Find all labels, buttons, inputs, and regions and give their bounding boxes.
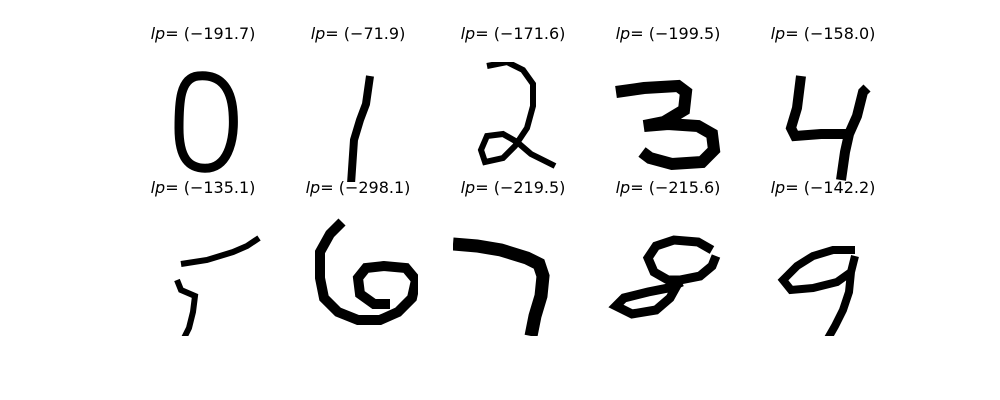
digit-0-image — [174, 71, 238, 173]
lp-value: = (−298.1) — [320, 178, 411, 197]
lp-label: lp — [150, 178, 166, 197]
lp-label: lp — [770, 24, 786, 43]
panel-title: lp= (−219.5) — [453, 178, 573, 197]
lp-value: = (−199.5) — [630, 24, 721, 43]
lp-value: = (−135.1) — [165, 178, 256, 197]
lp-value: = (−171.6) — [475, 24, 566, 43]
lp-value: = (−71.9) — [325, 24, 406, 43]
lp-value: = (−158.0) — [785, 24, 876, 43]
panel-title: lp= (−171.6) — [453, 24, 573, 43]
digit-8-image — [608, 235, 721, 319]
panel-title: lp= (−142.2) — [763, 178, 883, 197]
digit-7-image — [453, 237, 550, 336]
digit-3-image — [615, 79, 721, 171]
lp-label: lp — [615, 24, 631, 43]
lp-label: lp — [310, 24, 326, 43]
panel-title: lp= (−298.1) — [298, 178, 418, 197]
lp-value: = (−142.2) — [785, 178, 876, 197]
lp-label: lp — [770, 178, 786, 197]
lp-label: lp — [460, 24, 476, 43]
digit-6-image — [315, 218, 418, 325]
panel-title: lp= (−199.5) — [608, 24, 728, 43]
panel-title: lp= (−158.0) — [763, 24, 883, 43]
lp-value: = (−219.5) — [475, 178, 566, 197]
digit-5-image — [174, 235, 261, 336]
lp-value: = (−191.7) — [165, 24, 256, 43]
panel-title: lp= (−135.1) — [143, 178, 263, 197]
panel-title: lp= (−71.9) — [298, 24, 418, 43]
digit-9-image — [777, 246, 859, 336]
digit-4-image — [785, 75, 871, 181]
lp-label: lp — [615, 178, 631, 197]
lp-label: lp — [305, 178, 321, 197]
digit-2-image — [477, 62, 557, 169]
digit-1-image — [347, 75, 374, 182]
panel-title: lp= (−215.6) — [608, 178, 728, 197]
lp-value: = (−215.6) — [630, 178, 721, 197]
lp-label: lp — [150, 24, 166, 43]
panel-title: lp= (−191.7) — [143, 24, 263, 43]
lp-label: lp — [460, 178, 476, 197]
